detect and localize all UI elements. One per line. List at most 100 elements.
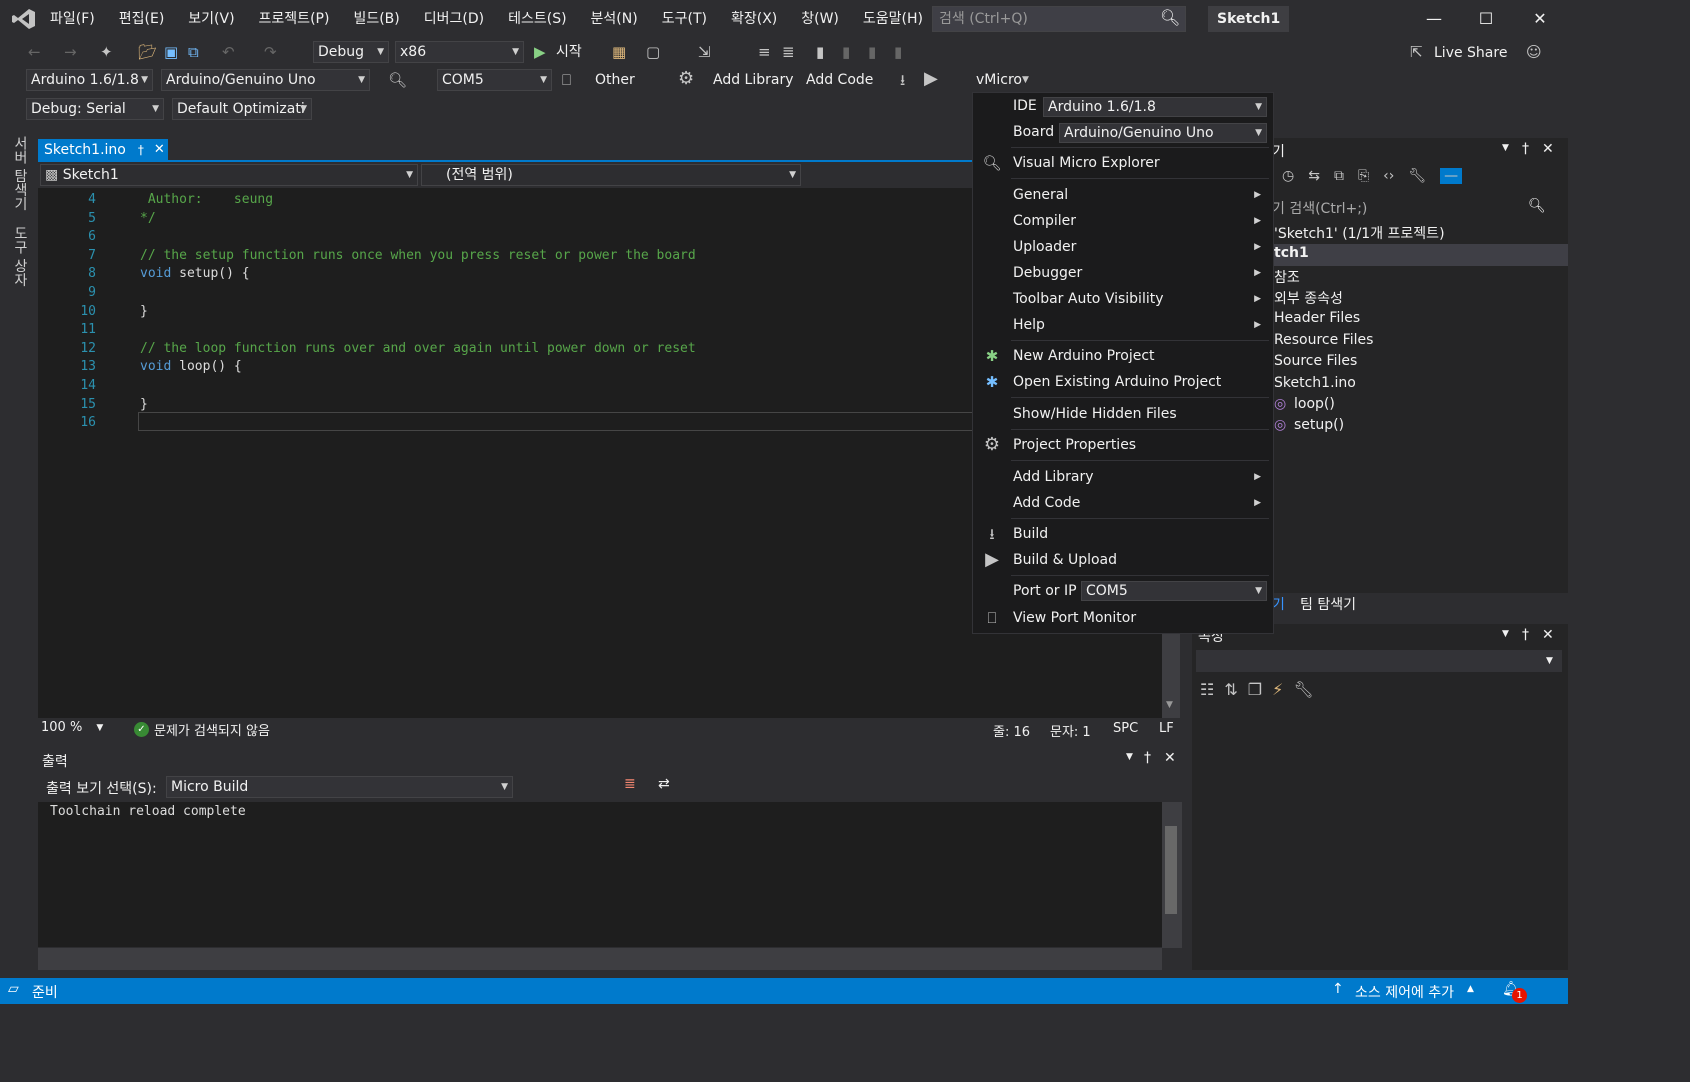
vmenu-board-combo[interactable]: Arduino/Genuino Uno ▼ — [1059, 123, 1267, 143]
project-nav-combo[interactable]: ▩ Sketch1 ▼ — [40, 164, 418, 186]
output-horizontal-scrollbar[interactable] — [38, 948, 1162, 970]
vs-logo-icon[interactable] — [12, 8, 36, 30]
alphabetical-icon[interactable]: ⇅ — [1224, 680, 1237, 699]
other-menu[interactable]: Other — [595, 69, 635, 91]
bookmark-next-icon[interactable]: ▮ — [868, 41, 876, 63]
live-share-button[interactable]: Live Share — [1434, 42, 1507, 64]
vmenu-add-library[interactable]: Add Library ▶ — [973, 464, 1273, 490]
redo-icon[interactable]: ↷ — [264, 41, 277, 63]
close-button[interactable]: ✕ — [1514, 0, 1566, 38]
vmenu-add-code[interactable]: Add Code ▶ — [973, 490, 1273, 516]
vmenu-project-properties[interactable]: ⚙ Project Properties — [973, 432, 1273, 458]
solution-search-input[interactable]: 기 검색(Ctrl+;) — [1272, 198, 1367, 218]
bookmark-icon[interactable]: ▮ — [816, 41, 824, 63]
spacing-indicator[interactable]: SPC — [1113, 721, 1138, 736]
dropdown-icon[interactable]: ▼ — [1502, 629, 1509, 639]
tree-sketch-file[interactable]: Sketch1.ino — [1274, 375, 1356, 391]
menu-test[interactable]: 테스트(S) — [496, 0, 578, 38]
properties-icon[interactable]: ❐ — [1248, 680, 1262, 699]
tree-solution[interactable]: 'Sketch1' (1/1개 프로젝트) — [1274, 223, 1445, 243]
tree-project[interactable]: tch1 — [1274, 245, 1309, 261]
tree-header-files[interactable]: Header Files — [1274, 310, 1360, 326]
close-icon[interactable]: ✕ — [1542, 141, 1554, 157]
scroll-thumb[interactable] — [1165, 826, 1177, 914]
attach-icon[interactable]: ▦ — [612, 41, 626, 63]
copy-icon[interactable]: ⎘ — [1358, 168, 1369, 184]
line-ending-indicator[interactable]: LF — [1159, 721, 1174, 736]
bookmark-clear-icon[interactable]: ▮ — [894, 41, 902, 63]
menu-build[interactable]: 빌드(B) — [341, 0, 411, 38]
serial-monitor-icon[interactable]: ⎕ — [562, 69, 571, 91]
server-explorer-tab[interactable]: 서버 탐색기 — [10, 136, 30, 210]
comment-icon[interactable]: ≣ — [782, 41, 795, 63]
save-icon[interactable]: ▣ — [164, 41, 178, 63]
menu-edit[interactable]: 편집(E) — [107, 0, 177, 38]
menu-view[interactable]: 보기(V) — [176, 0, 246, 38]
add-code-menu[interactable]: Add Code — [806, 69, 873, 91]
vmenu-show-hide-hidden-files[interactable]: Show/Hide Hidden Files — [973, 401, 1273, 427]
output-scrollbar[interactable] — [1162, 802, 1182, 948]
events-icon[interactable]: ⚡︎ — [1272, 680, 1283, 699]
platform-combo[interactable]: x86 ▼ — [395, 41, 524, 63]
menu-project[interactable]: 프로젝트(P) — [247, 0, 342, 38]
optimization-combo[interactable]: Default Optimizati ▼ — [172, 98, 312, 120]
wrench-icon[interactable]: 🔧︎ — [1293, 680, 1313, 699]
pin-icon[interactable]: † — [138, 139, 144, 161]
team-explorer-tab[interactable]: 팀 탐색기 — [1300, 594, 1356, 614]
tree-external-deps[interactable]: 외부 종속성 — [1274, 288, 1343, 308]
close-icon[interactable]: ✕ — [154, 139, 165, 161]
search-input[interactable]: 검색 (Ctrl+Q) — [932, 6, 1186, 32]
issues-indicator[interactable]: ✓ 문제가 검색되지 않음 — [134, 720, 270, 739]
config-combo[interactable]: Debug ▼ — [313, 41, 389, 63]
pin-icon[interactable]: † — [1522, 627, 1529, 643]
vmenu-uploader[interactable]: Uploader ▶ — [973, 234, 1273, 260]
history-icon[interactable]: ◷ — [1282, 168, 1294, 184]
menu-extensions[interactable]: 확장(X) — [719, 0, 789, 38]
save-all-icon[interactable]: ⧉ — [188, 41, 199, 63]
play-icon[interactable]: ▶ — [534, 41, 546, 63]
menu-debug[interactable]: 디버그(D) — [412, 0, 496, 38]
start-button[interactable]: 시작 — [556, 41, 582, 63]
menu-tools[interactable]: 도구(T) — [650, 0, 719, 38]
vmenu-ide-combo[interactable]: Arduino 1.6/1.8 ▼ — [1043, 97, 1267, 117]
vmenu-toolbar-auto-visibility[interactable]: Toolbar Auto Visibility ▶ — [973, 286, 1273, 312]
toolbox-tab[interactable]: 도구 상자 — [10, 226, 30, 286]
tree-loop-function[interactable]: loop() — [1294, 396, 1335, 412]
scope-nav-combo[interactable]: (전역 범위) ▼ — [421, 164, 801, 186]
code-view-icon[interactable]: ‹› — [1383, 168, 1394, 184]
maximize-button[interactable]: ☐ — [1460, 0, 1512, 38]
bookmark-prev-icon[interactable]: ▮ — [842, 41, 850, 63]
chevron-down-icon[interactable]: ▼ — [1022, 69, 1029, 91]
minimize-button[interactable]: — — [1408, 0, 1460, 38]
build-icon[interactable]: ⭳ — [900, 69, 905, 91]
pin-icon[interactable]: † — [1144, 750, 1151, 766]
search-icon[interactable]: 🔍︎ — [1160, 8, 1180, 27]
chevron-up-icon[interactable]: ▲ — [1467, 984, 1474, 994]
dropdown-icon[interactable]: ▼ — [1502, 143, 1509, 153]
search-board-icon[interactable]: 🔍︎ — [388, 69, 407, 91]
preview-icon[interactable]: — — [1440, 168, 1463, 184]
vmenu-help[interactable]: Help ▶ — [973, 312, 1273, 338]
back-icon[interactable]: ← — [28, 41, 41, 63]
pin-icon[interactable]: † — [1522, 141, 1529, 157]
tree-references[interactable]: 참조 — [1274, 267, 1300, 287]
tree-source-files[interactable]: Source Files — [1274, 353, 1357, 369]
add-library-menu[interactable]: Add Library — [713, 69, 794, 91]
output-text[interactable]: Toolchain reload complete — [38, 802, 1162, 947]
browser-icon[interactable]: ▢ — [646, 41, 660, 63]
forward-icon[interactable]: → — [64, 41, 77, 63]
vmenu-debugger[interactable]: Debugger ▶ — [973, 260, 1273, 286]
step-icon[interactable]: ⇲ — [698, 41, 711, 63]
menu-file[interactable]: 파일(F) — [38, 0, 107, 38]
object-selector[interactable] — [1196, 650, 1562, 672]
vmenu-new-arduino-project[interactable]: ✱ New Arduino Project — [973, 343, 1273, 369]
new-project-icon[interactable]: ✦ — [100, 41, 113, 63]
vmenu-open-arduino-project[interactable]: ✱ Open Existing Arduino Project — [973, 369, 1273, 395]
undo-icon[interactable]: ↶ — [222, 41, 235, 63]
build-upload-icon[interactable]: ▶︎ — [924, 68, 938, 90]
ide-combo[interactable]: Arduino 1.6/1.8 ▼ — [26, 69, 153, 91]
gear-icon[interactable]: ⚙ — [678, 68, 694, 90]
search-icon[interactable]: 🔍︎ — [1528, 198, 1546, 214]
zoom-combo[interactable]: 100 % ▼ — [41, 720, 103, 735]
document-tab[interactable]: Sketch1.ino † ✕ — [38, 139, 168, 161]
